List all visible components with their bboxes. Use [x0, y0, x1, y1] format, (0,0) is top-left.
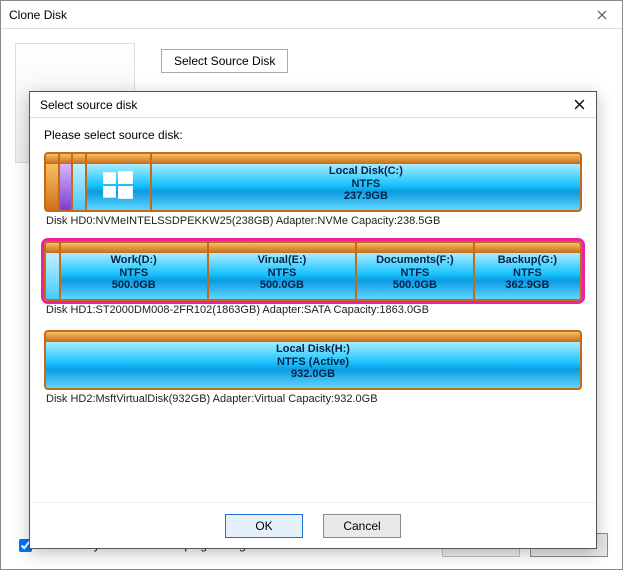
partition-label: Documents(F:)NTFS500.0GB — [376, 250, 454, 292]
partition[interactable]: Virual(E:)NTFS500.0GB — [209, 243, 355, 299]
select-source-tab[interactable]: Select Source Disk — [161, 49, 288, 73]
dialog-cancel-button[interactable]: Cancel — [323, 514, 401, 538]
main-window: Clone Disk Select Source Disk Prevent Sy… — [0, 0, 623, 570]
close-icon — [574, 99, 585, 110]
partition[interactable]: Local Disk(C:)NTFS237.9GB — [152, 154, 580, 210]
close-icon — [597, 10, 607, 20]
dialog-close-button[interactable] — [562, 92, 596, 117]
partition[interactable]: Documents(F:)NTFS500.0GB — [357, 243, 473, 299]
partition[interactable]: Backup(G:)NTFS362.9GB — [475, 243, 580, 299]
disk-bar[interactable]: Local Disk(C:)NTFS237.9GB — [44, 152, 582, 212]
partition[interactable]: Local Disk(H:)NTFS (Active)932.0GB — [46, 332, 580, 388]
disk-list: Local Disk(C:)NTFS237.9GB Disk HD0:NVMeIN… — [44, 152, 582, 405]
main-body: Select Source Disk Prevent System From S… — [1, 29, 622, 569]
partition-label: Backup(G:)NTFS362.9GB — [498, 250, 557, 292]
disk-group: Work(D:)NTFS500.0GB Virual(E:)NTFS500.0GB… — [44, 241, 582, 316]
windows-logo-icon — [101, 162, 135, 202]
partition[interactable] — [46, 154, 58, 210]
disk-group: Local Disk(C:)NTFS237.9GB Disk HD0:NVMeIN… — [44, 152, 582, 227]
dialog-title: Select source disk — [40, 98, 137, 112]
main-close-button[interactable] — [582, 1, 622, 28]
disk-bar[interactable]: Local Disk(H:)NTFS (Active)932.0GB — [44, 330, 582, 390]
dialog-body: Please select source disk: Local Disk(C:… — [30, 118, 596, 502]
partition-label: Virual(E:)NTFS500.0GB — [258, 250, 307, 292]
ok-button[interactable]: OK — [225, 514, 303, 538]
select-source-dialog: Select source disk Please select source … — [29, 91, 597, 549]
dialog-footer: OK Cancel — [30, 502, 596, 548]
main-titlebar: Clone Disk — [1, 1, 622, 29]
disk-info: Disk HD1:ST2000DM008-2FR102(1863GB) Adap… — [44, 301, 582, 316]
disk-info: Disk HD2:MsftVirtualDisk(932GB) Adapter:… — [44, 390, 582, 405]
partition[interactable]: Work(D:)NTFS500.0GB — [61, 243, 207, 299]
partition[interactable] — [60, 154, 72, 210]
dialog-prompt: Please select source disk: — [44, 128, 582, 142]
disk-bar[interactable]: Work(D:)NTFS500.0GB Virual(E:)NTFS500.0GB… — [44, 241, 582, 301]
partition[interactable] — [46, 243, 59, 299]
partition[interactable] — [73, 154, 85, 210]
disk-info: Disk HD0:NVMeINTELSSDPEKKW25(238GB) Adap… — [44, 212, 582, 227]
partition[interactable] — [87, 154, 150, 210]
main-title: Clone Disk — [9, 8, 67, 22]
partition-label: Work(D:)NTFS500.0GB — [111, 250, 157, 292]
disk-group: Local Disk(H:)NTFS (Active)932.0GB Disk H… — [44, 330, 582, 405]
partition-label: Local Disk(H:)NTFS (Active)932.0GB — [276, 339, 350, 381]
partition-label: Local Disk(C:)NTFS237.9GB — [329, 161, 403, 203]
dialog-titlebar: Select source disk — [30, 92, 596, 118]
